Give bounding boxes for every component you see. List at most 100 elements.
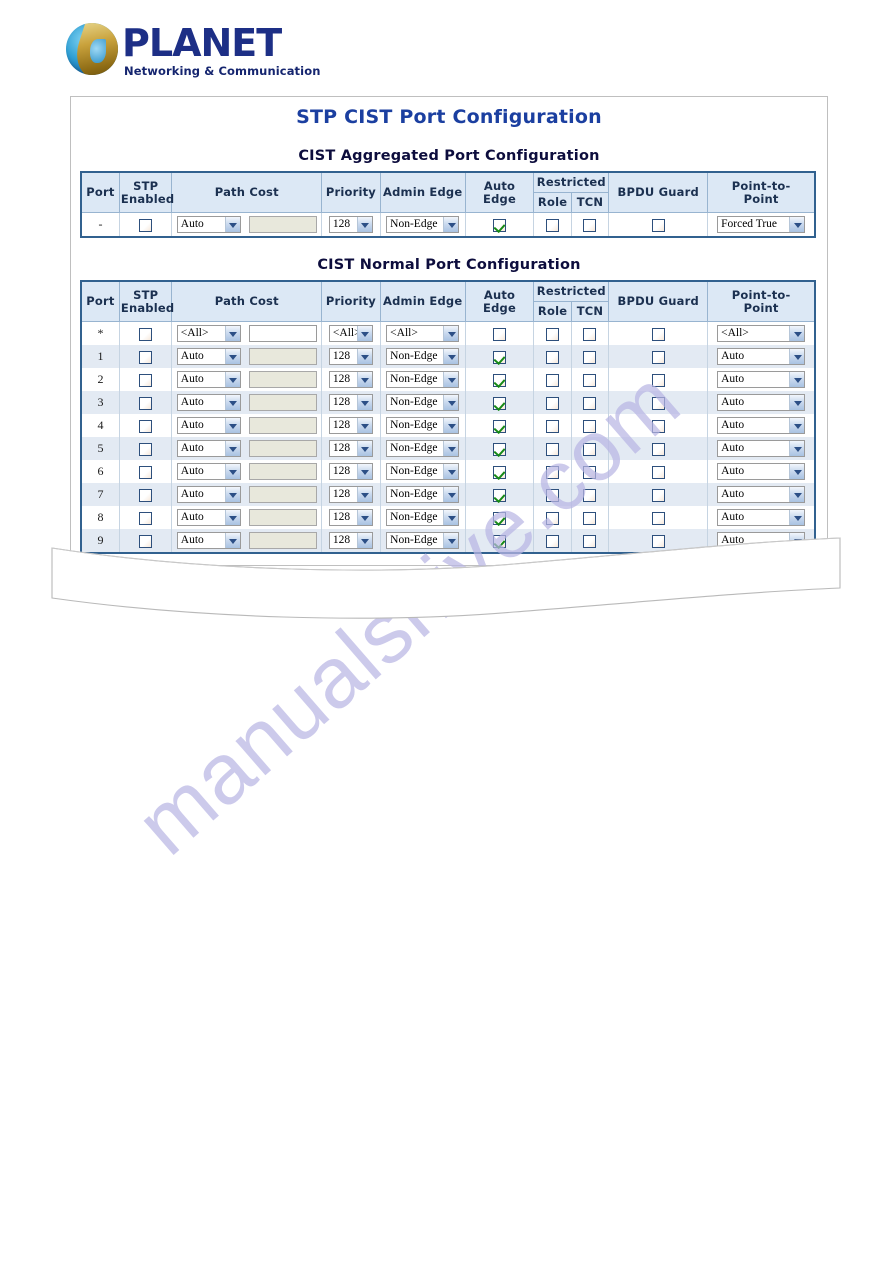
priority-select[interactable]: 128 <box>328 532 373 549</box>
bpdu-guard-checkbox[interactable] <box>651 419 665 433</box>
chevron-down-icon[interactable] <box>356 395 372 410</box>
priority-select[interactable]: 128 <box>328 216 373 233</box>
restricted-tcn-checkbox[interactable] <box>583 350 597 364</box>
bpdu-guard-checkbox[interactable] <box>651 442 665 456</box>
point-to-point-select[interactable]: Auto <box>717 348 806 365</box>
admin-edge-select[interactable]: Non-Edge <box>386 348 460 365</box>
chevron-down-icon[interactable] <box>443 418 459 433</box>
auto-edge-checkbox[interactable] <box>493 534 506 548</box>
chevron-down-icon[interactable] <box>789 464 805 479</box>
chevron-down-icon[interactable] <box>789 510 805 525</box>
admin-edge-select[interactable]: Non-Edge <box>386 394 460 411</box>
path-cost-select[interactable]: Auto <box>176 371 241 388</box>
restricted-tcn-checkbox[interactable] <box>583 373 597 387</box>
restricted-tcn-checkbox[interactable] <box>583 442 597 456</box>
chevron-down-icon[interactable] <box>224 533 240 548</box>
admin-edge-select[interactable]: Non-Edge <box>386 417 460 434</box>
chevron-down-icon[interactable] <box>443 395 459 410</box>
chevron-down-icon[interactable] <box>443 372 459 387</box>
admin-edge-select[interactable]: Non-Edge <box>386 532 460 549</box>
chevron-down-icon[interactable] <box>224 441 240 456</box>
admin-edge-select[interactable]: Non-Edge <box>386 440 460 457</box>
restricted-role-checkbox[interactable] <box>546 373 560 387</box>
point-to-point-select[interactable]: Auto <box>717 371 806 388</box>
restricted-role-checkbox[interactable] <box>546 534 560 548</box>
admin-edge-select[interactable]: Non-Edge <box>386 216 460 233</box>
restricted-tcn-checkbox[interactable] <box>583 419 597 433</box>
path-cost-select[interactable]: Auto <box>176 348 241 365</box>
admin-edge-select[interactable]: Non-Edge <box>386 509 460 526</box>
restricted-tcn-checkbox[interactable] <box>583 218 597 232</box>
chevron-down-icon[interactable] <box>789 395 805 410</box>
bpdu-guard-checkbox[interactable] <box>651 327 665 341</box>
point-to-point-select[interactable]: <All> <box>717 325 806 342</box>
chevron-down-icon[interactable] <box>443 441 459 456</box>
chevron-down-icon[interactable] <box>224 395 240 410</box>
auto-edge-checkbox[interactable] <box>493 396 506 410</box>
stp-enabled-checkbox[interactable] <box>139 327 153 341</box>
priority-select[interactable]: 128 <box>328 417 373 434</box>
chevron-down-icon[interactable] <box>789 349 805 364</box>
chevron-down-icon[interactable] <box>356 349 372 364</box>
auto-edge-checkbox[interactable] <box>493 511 506 525</box>
chevron-down-icon[interactable] <box>356 372 372 387</box>
chevron-down-icon[interactable] <box>224 487 240 502</box>
restricted-tcn-checkbox[interactable] <box>583 511 597 525</box>
bpdu-guard-checkbox[interactable] <box>651 534 665 548</box>
restricted-role-checkbox[interactable] <box>546 396 560 410</box>
restricted-role-checkbox[interactable] <box>546 511 560 525</box>
restricted-tcn-checkbox[interactable] <box>583 534 597 548</box>
point-to-point-select[interactable]: Auto <box>717 532 806 549</box>
point-to-point-select[interactable]: Auto <box>717 463 806 480</box>
chevron-down-icon[interactable] <box>224 349 240 364</box>
admin-edge-select[interactable]: Non-Edge <box>386 463 460 480</box>
chevron-down-icon[interactable] <box>224 418 240 433</box>
auto-edge-checkbox[interactable] <box>493 350 506 364</box>
chevron-down-icon[interactable] <box>789 326 805 341</box>
path-cost-select[interactable]: Auto <box>176 216 241 233</box>
auto-edge-checkbox[interactable] <box>493 218 506 232</box>
priority-select[interactable]: 128 <box>328 394 373 411</box>
chevron-down-icon[interactable] <box>224 217 240 232</box>
chevron-down-icon[interactable] <box>443 510 459 525</box>
stp-enabled-checkbox[interactable] <box>139 396 153 410</box>
stp-enabled-checkbox[interactable] <box>139 511 153 525</box>
point-to-point-select[interactable]: Auto <box>717 486 806 503</box>
chevron-down-icon[interactable] <box>356 217 372 232</box>
chevron-down-icon[interactable] <box>443 533 459 548</box>
stp-enabled-checkbox[interactable] <box>139 465 153 479</box>
restricted-tcn-checkbox[interactable] <box>583 488 597 502</box>
chevron-down-icon[interactable] <box>356 326 372 341</box>
chevron-down-icon[interactable] <box>224 372 240 387</box>
path-cost-select[interactable]: Auto <box>176 532 241 549</box>
path-cost-select[interactable]: Auto <box>176 463 241 480</box>
auto-edge-checkbox[interactable] <box>493 419 506 433</box>
restricted-role-checkbox[interactable] <box>546 488 560 502</box>
chevron-down-icon[interactable] <box>356 464 372 479</box>
restricted-tcn-checkbox[interactable] <box>583 327 597 341</box>
chevron-down-icon[interactable] <box>356 510 372 525</box>
chevron-down-icon[interactable] <box>789 441 805 456</box>
stp-enabled-checkbox[interactable] <box>139 442 153 456</box>
bpdu-guard-checkbox[interactable] <box>651 511 665 525</box>
chevron-down-icon[interactable] <box>443 464 459 479</box>
bpdu-guard-checkbox[interactable] <box>651 465 665 479</box>
stp-enabled-checkbox[interactable] <box>139 534 153 548</box>
chevron-down-icon[interactable] <box>356 533 372 548</box>
priority-select[interactable]: 128 <box>328 509 373 526</box>
chevron-down-icon[interactable] <box>789 418 805 433</box>
bpdu-guard-checkbox[interactable] <box>651 396 665 410</box>
chevron-down-icon[interactable] <box>356 418 372 433</box>
admin-edge-select[interactable]: Non-Edge <box>386 371 460 388</box>
auto-edge-checkbox[interactable] <box>493 327 506 341</box>
restricted-role-checkbox[interactable] <box>546 419 560 433</box>
restricted-role-checkbox[interactable] <box>546 327 560 341</box>
chevron-down-icon[interactable] <box>443 487 459 502</box>
path-cost-select[interactable]: Auto <box>176 394 241 411</box>
stp-enabled-checkbox[interactable] <box>139 218 153 232</box>
restricted-tcn-checkbox[interactable] <box>583 465 597 479</box>
stp-enabled-checkbox[interactable] <box>139 350 153 364</box>
point-to-point-select[interactable]: Auto <box>717 509 806 526</box>
chevron-down-icon[interactable] <box>443 217 459 232</box>
restricted-role-checkbox[interactable] <box>546 442 560 456</box>
